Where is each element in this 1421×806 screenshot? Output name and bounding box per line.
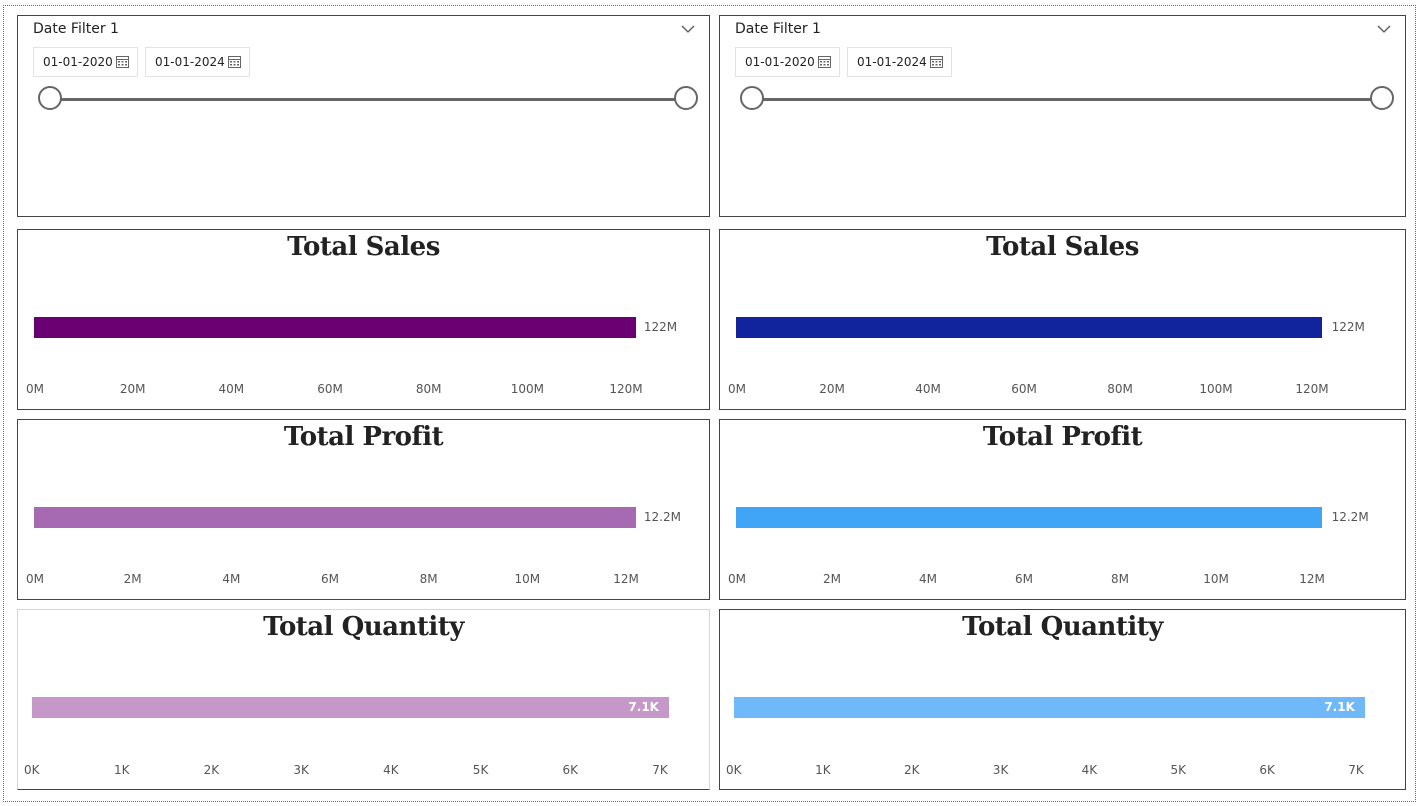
x-tick-label: 0K: [726, 763, 742, 777]
bar[interactable]: [736, 317, 1322, 338]
x-tick-label: 0M: [26, 572, 44, 586]
x-tick-label: 7K: [652, 763, 668, 777]
chart-title: Total Profit: [982, 422, 1143, 452]
chart-title: Total Quantity: [263, 612, 464, 642]
x-tick-label: 40M: [915, 382, 941, 396]
calendar-icon[interactable]: [818, 55, 831, 68]
slicer-title: Date Filter 1: [735, 21, 821, 37]
data-label: 7.1K: [1324, 700, 1355, 714]
x-tick-label: 20M: [119, 382, 146, 396]
bar[interactable]: [34, 507, 636, 528]
date-range-track[interactable]: [50, 98, 686, 101]
range-end-handle[interactable]: [1370, 86, 1394, 110]
start-date-value: 01-01-2020: [745, 55, 815, 69]
x-tick-label: 1K: [815, 763, 831, 777]
total-profit-chart-right[interactable]: Total Profit 12.2M 0M 2M 4M 6M 8M 10M 12M: [719, 419, 1406, 600]
x-tick-label: 6M: [1015, 572, 1033, 586]
range-start-handle[interactable]: [740, 86, 764, 110]
slicer-title: Date Filter 1: [33, 21, 119, 37]
x-tick-label: 7K: [1348, 763, 1364, 777]
bar[interactable]: [34, 317, 636, 338]
x-tick-label: 4M: [919, 572, 937, 586]
data-label: 122M: [1331, 320, 1365, 334]
chart-title: Total Sales: [986, 232, 1139, 262]
x-tick-label: 2M: [123, 572, 142, 586]
bar[interactable]: [736, 507, 1322, 528]
data-label: 12.2M: [1331, 510, 1369, 524]
x-tick-label: 0K: [24, 763, 40, 777]
x-tick-label: 10M: [1203, 572, 1229, 586]
chart-title: Total Quantity: [962, 612, 1163, 642]
date-slicer-left[interactable]: Date Filter 1 01-01-2020 01-01-2024: [17, 15, 710, 217]
chevron-down-icon[interactable]: [681, 24, 695, 34]
chevron-down-icon[interactable]: [1377, 24, 1391, 34]
start-date-input[interactable]: 01-01-2020: [735, 47, 840, 77]
total-quantity-chart-right[interactable]: Total Quantity 7.1K 0K 1K 2K 3K 4K 5K 6K 7K: [719, 609, 1406, 790]
bar[interactable]: [32, 697, 669, 718]
start-date-value: 01-01-2020: [43, 55, 113, 69]
end-date-value: 01-01-2024: [155, 55, 225, 69]
x-tick-label: 5K: [1170, 763, 1187, 777]
x-tick-label: 40M: [218, 382, 245, 396]
chart-title: Total Sales: [287, 232, 440, 262]
x-tick-label: 0M: [728, 382, 746, 396]
bar[interactable]: [734, 697, 1365, 718]
x-tick-label: 2K: [903, 763, 920, 777]
total-sales-chart-left[interactable]: Total Sales 122M 0M 20M 40M 60M 80M 100M 120M: [17, 229, 710, 410]
total-profit-chart-left[interactable]: Total Profit 12.2M 0M 2M 4M 6M 8M 10M 12M: [17, 419, 710, 600]
x-tick-label: 6K: [562, 763, 579, 777]
range-end-handle[interactable]: [674, 86, 698, 110]
x-tick-label: 2K: [203, 763, 220, 777]
x-tick-label: 80M: [415, 382, 442, 396]
x-tick-label: 8M: [1111, 572, 1129, 586]
x-tick-label: 6M: [321, 572, 339, 586]
end-date-value: 01-01-2024: [857, 55, 927, 69]
calendar-icon[interactable]: [930, 55, 943, 68]
x-tick-label: 120M: [1295, 382, 1329, 396]
x-tick-label: 12M: [613, 572, 639, 586]
x-tick-label: 100M: [510, 382, 544, 396]
chart-title: Total Profit: [283, 422, 444, 452]
x-tick-label: 5K: [472, 763, 489, 777]
end-date-input[interactable]: 01-01-2024: [847, 47, 952, 77]
calendar-icon[interactable]: [116, 55, 129, 68]
date-slicer-right[interactable]: Date Filter 1 01-01-2020 01-01-2024: [719, 15, 1406, 217]
range-start-handle[interactable]: [38, 86, 62, 110]
x-tick-label: 6K: [1259, 763, 1275, 777]
x-tick-label: 1K: [113, 763, 130, 777]
date-range-track[interactable]: [752, 98, 1382, 101]
x-tick-label: 60M: [1011, 382, 1037, 396]
x-tick-label: 60M: [317, 382, 343, 396]
calendar-icon[interactable]: [228, 55, 241, 68]
x-tick-label: 4K: [383, 763, 399, 777]
data-label: 7.1K: [628, 700, 659, 714]
data-label: 122M: [643, 320, 678, 334]
x-tick-label: 80M: [1107, 382, 1133, 396]
start-date-input[interactable]: 01-01-2020: [33, 47, 138, 77]
end-date-input[interactable]: 01-01-2024: [145, 47, 250, 77]
data-label: 12.2M: [643, 510, 681, 524]
total-sales-chart-right[interactable]: Total Sales 122M 0M 20M 40M 60M 80M 100M 120M: [719, 229, 1406, 410]
total-quantity-chart-left[interactable]: Total Quantity 7.1K 0K 1K 2K 3K 4K 5K 6K 7K: [17, 609, 710, 790]
x-tick-label: 2M: [823, 572, 841, 586]
x-tick-label: 100M: [1199, 382, 1233, 396]
x-tick-label: 20M: [819, 382, 845, 396]
x-tick-label: 4K: [1081, 763, 1098, 777]
x-tick-label: 0M: [26, 382, 44, 396]
x-tick-label: 3K: [293, 763, 309, 777]
x-tick-label: 120M: [609, 382, 643, 396]
x-tick-label: 0M: [728, 572, 746, 586]
x-tick-label: 3K: [992, 763, 1009, 777]
x-tick-label: 4M: [222, 572, 241, 586]
x-tick-label: 10M: [514, 572, 541, 586]
x-tick-label: 12M: [1299, 572, 1325, 586]
x-tick-label: 8M: [419, 572, 438, 586]
